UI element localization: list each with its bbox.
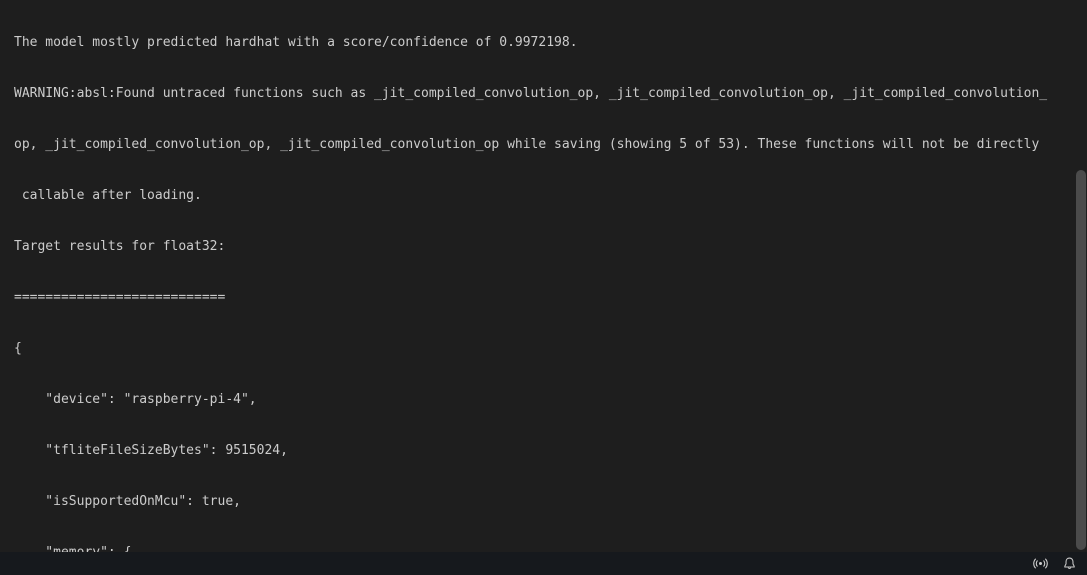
terminal-line: =========================== — [14, 289, 1075, 306]
terminal-line: { — [14, 340, 1075, 357]
terminal-scrollbar-thumb[interactable] — [1076, 170, 1086, 550]
terminal-line: "memory": { — [14, 544, 1075, 552]
terminal-line: WARNING:absl:Found untraced functions su… — [14, 85, 1075, 102]
bell-icon[interactable] — [1062, 556, 1077, 571]
terminal-line: Target results for float32: — [14, 238, 1075, 255]
broadcast-icon[interactable] — [1033, 556, 1048, 571]
terminal-output[interactable]: The model mostly predicted hardhat with … — [0, 0, 1075, 552]
terminal-line: "isSupportedOnMcu": true, — [14, 493, 1075, 510]
terminal-line: "tfliteFileSizeBytes": 9515024, — [14, 442, 1075, 459]
terminal-line: op, _jit_compiled_convolution_op, _jit_c… — [14, 136, 1075, 153]
terminal-container: The model mostly predicted hardhat with … — [0, 0, 1087, 575]
terminal-scrollbar-track[interactable] — [1075, 0, 1087, 552]
terminal-line: "device": "raspberry-pi-4", — [14, 391, 1075, 408]
terminal-line: The model mostly predicted hardhat with … — [14, 34, 1075, 51]
terminal-line: callable after loading. — [14, 187, 1075, 204]
status-bar — [0, 552, 1087, 575]
